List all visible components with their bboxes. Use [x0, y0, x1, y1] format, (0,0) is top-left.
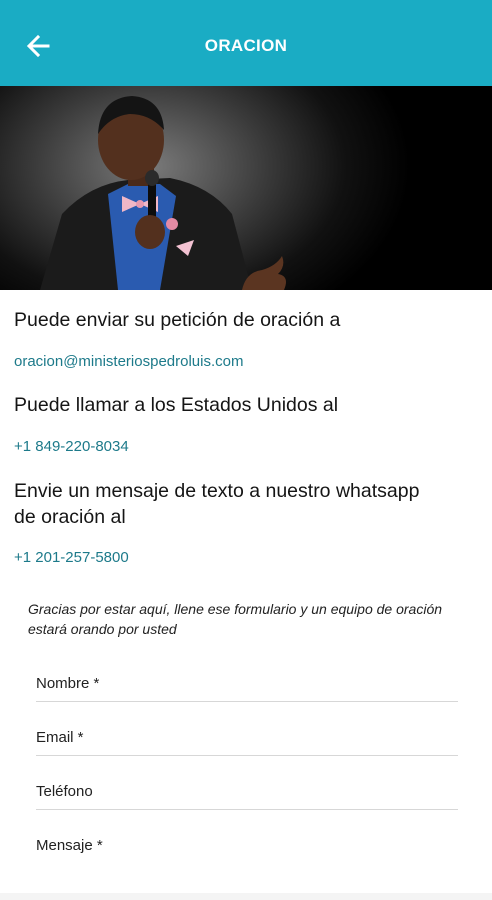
name-field[interactable]: Nombre *: [36, 669, 458, 702]
whatsapp-intro-line2: de oración al: [14, 506, 126, 528]
message-field[interactable]: Mensaje *: [36, 831, 458, 863]
name-field-label: Nombre *: [36, 675, 100, 692]
hero-image: [0, 86, 492, 290]
email-field-label: Email *: [36, 729, 84, 746]
form-note: Gracias por estar aquí, llene ese formul…: [28, 601, 443, 637]
email-link[interactable]: oracion@ministeriospedroluis.com: [14, 353, 243, 370]
phone-intro-text: Puede llamar a los Estados Unidos al: [14, 394, 339, 416]
whatsapp-intro-line1: Envie un mensaje de texto a nuestro what…: [14, 480, 420, 502]
email-intro-text: Puede enviar su petición de oración a: [14, 309, 341, 331]
whatsapp-link[interactable]: +1 201-257-5800: [14, 549, 129, 566]
app-bar: ORACION: [0, 0, 492, 86]
message-field-label: Mensaje *: [36, 837, 103, 854]
bottom-divider: [0, 893, 492, 900]
page-title: ORACION: [204, 36, 288, 55]
phone-link[interactable]: +1 849-220-8034: [14, 438, 129, 455]
email-field[interactable]: Email *: [36, 723, 458, 756]
phone-field[interactable]: Teléfono: [36, 777, 458, 810]
phone-field-label: Teléfono: [36, 783, 93, 800]
